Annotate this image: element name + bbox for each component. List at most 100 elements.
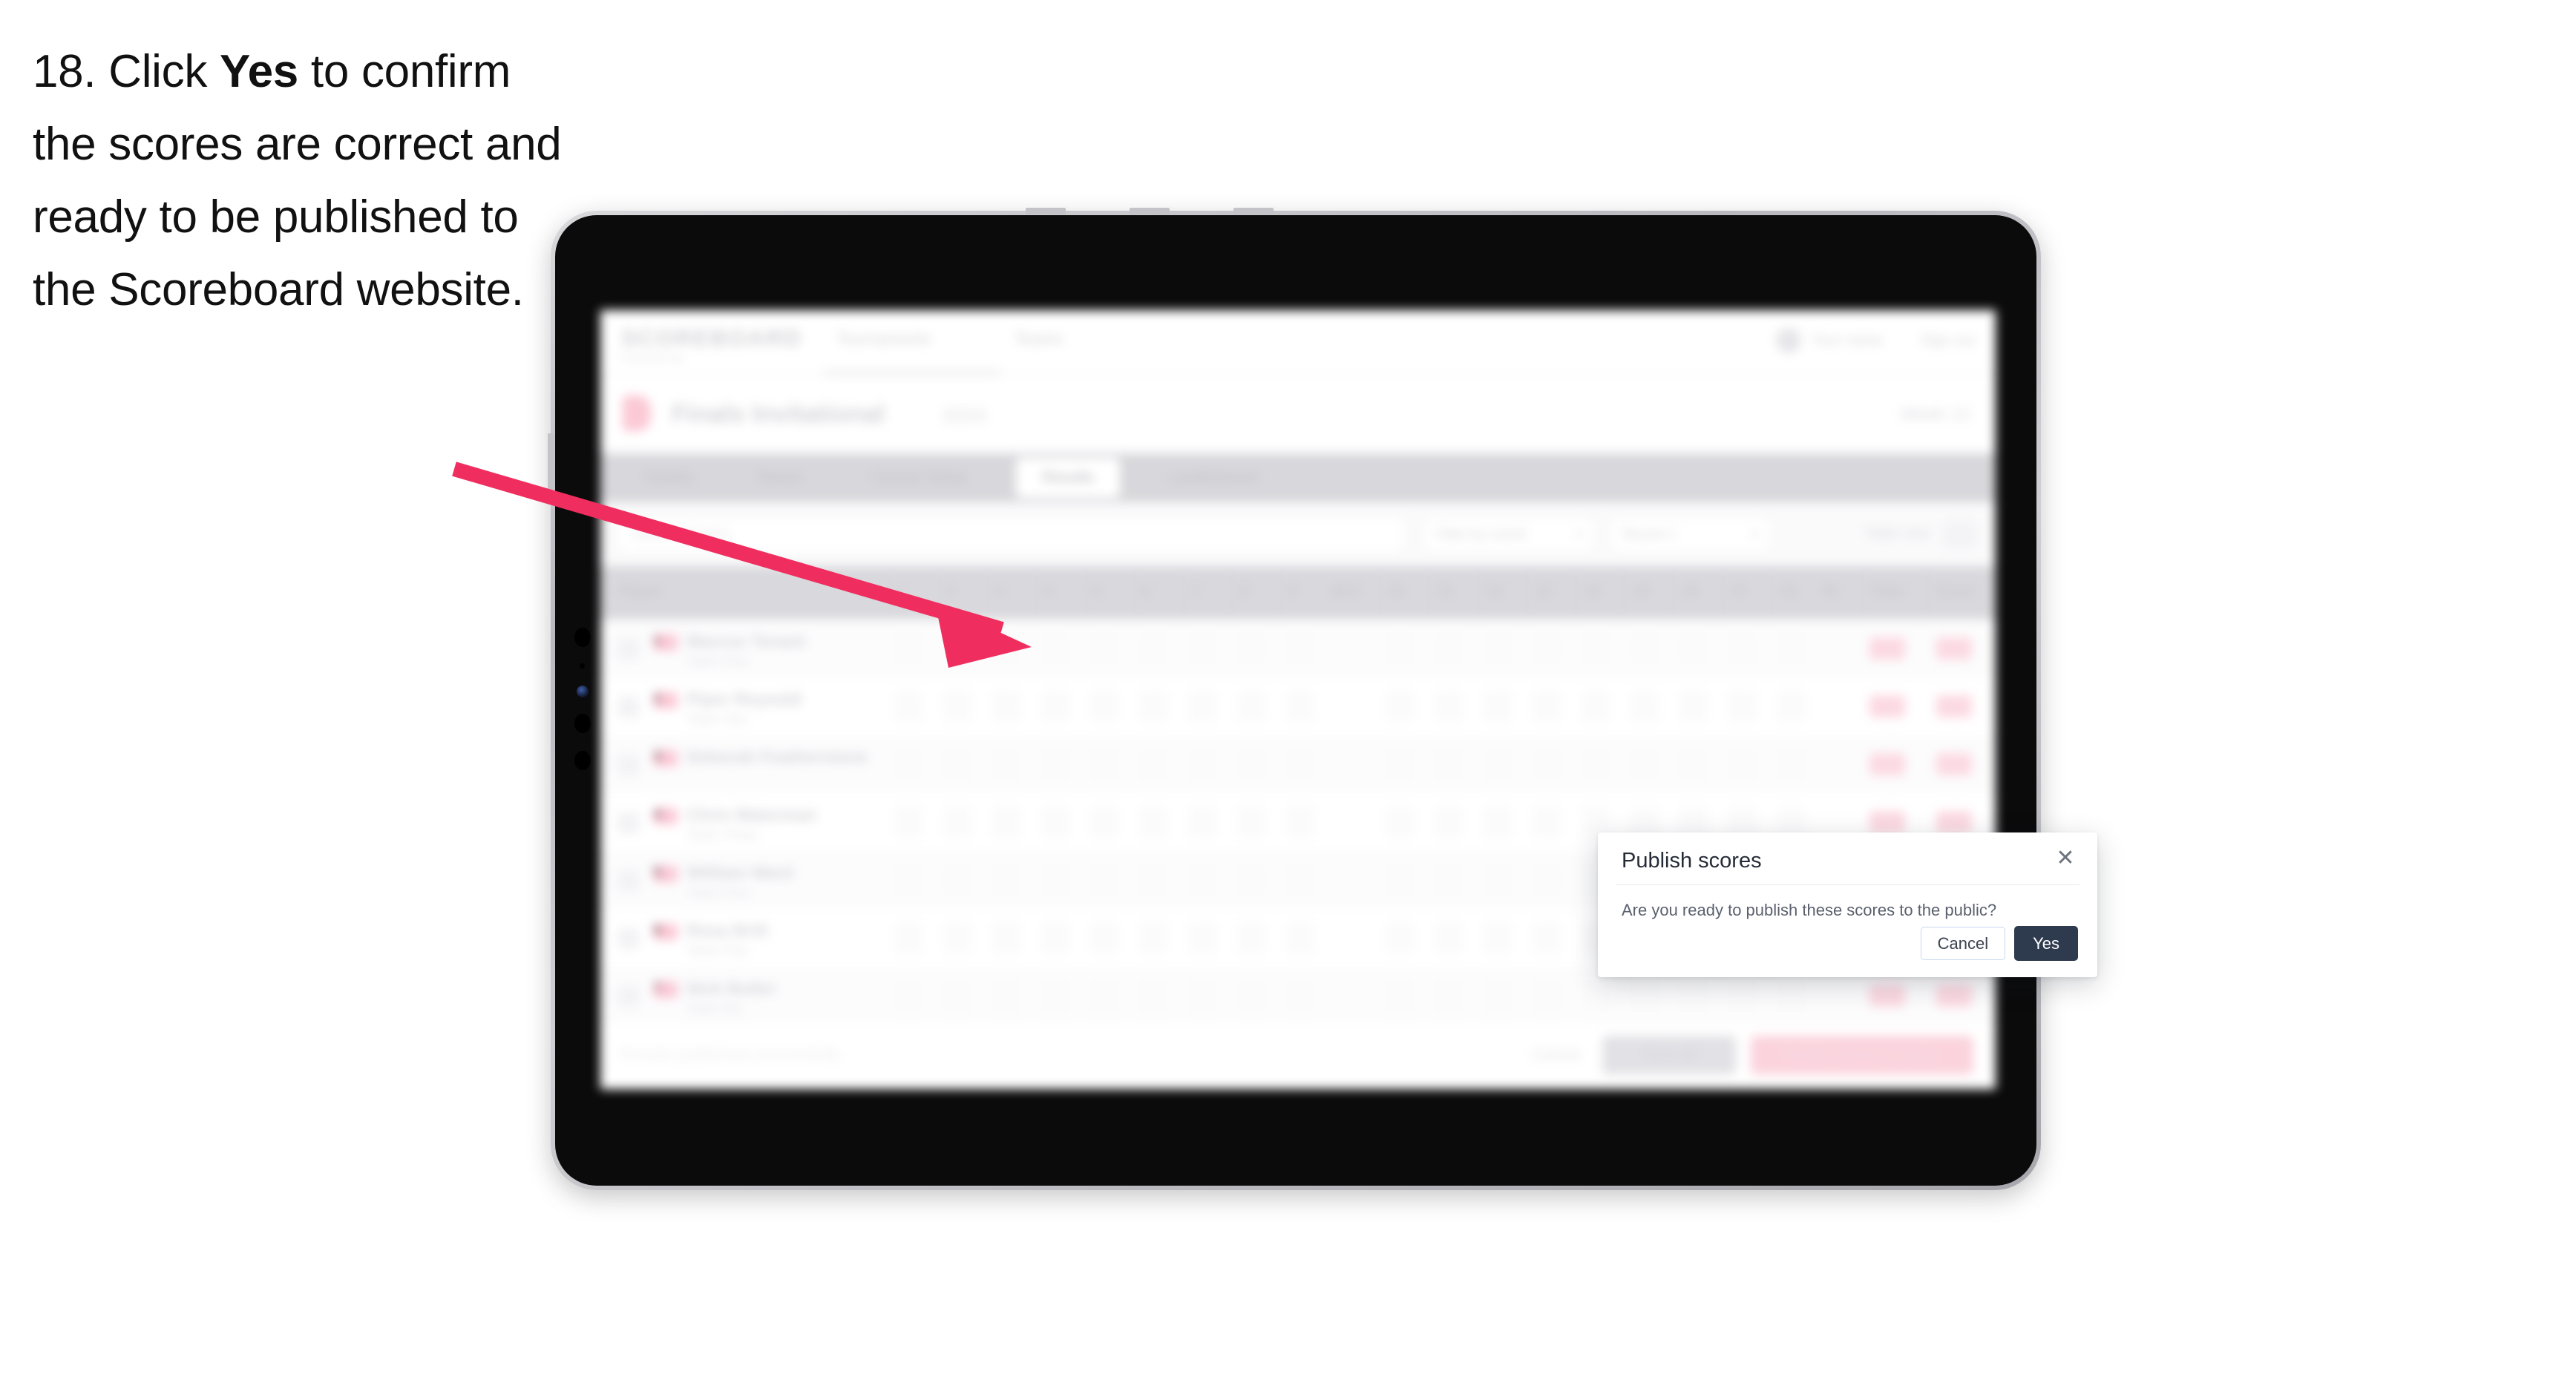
player-team: Team Six	[686, 1001, 742, 1016]
chevron-down-icon	[1751, 533, 1760, 538]
step-number: 18.	[33, 46, 96, 97]
publish-scores-label: Publish scores to public	[1783, 1046, 1941, 1063]
tab-details[interactable]: Details	[621, 465, 718, 490]
chevron-down-icon	[1575, 533, 1584, 538]
column-header: 13	[1536, 584, 1552, 600]
header-link-signout[interactable]: Sign out	[1921, 332, 1975, 349]
camera-lens-icon	[574, 751, 591, 770]
rank-badge: 2	[654, 692, 678, 709]
tab-bar: Details Teams Course Setup Results Leade…	[600, 453, 1996, 502]
row-checkbox[interactable]	[618, 812, 639, 833]
select-filter-round[interactable]: Filter by round	[1423, 517, 1595, 553]
column-header: 11	[1438, 584, 1453, 600]
tournament-title-bar: Finals Invitational 2024 Week 12	[600, 375, 1996, 453]
close-x-icon[interactable]: ✕	[2053, 846, 2078, 871]
table-row[interactable]: 3 Deborah Featherstone	[600, 735, 1996, 794]
camera-lens-icon	[574, 714, 591, 733]
trophy-icon	[623, 395, 651, 431]
tablet-device-frame: SCOREBOARD Powered by Tournaments Teams …	[548, 208, 2097, 1190]
player-name: Nick Butler	[686, 979, 777, 998]
player-team: Team Five	[686, 943, 749, 958]
column-header: 8	[1240, 584, 1248, 600]
modal-actions: Cancel Yes	[1920, 925, 2078, 961]
nav-item-teams[interactable]: Teams	[1015, 329, 1063, 349]
select-round-label: Round 1	[1622, 527, 1676, 542]
row-checkbox[interactable]	[618, 697, 639, 717]
app-header: SCOREBOARD Powered by Tournaments Teams …	[600, 310, 1996, 375]
column-header-player: Player	[620, 584, 663, 600]
camera-lens-icon	[574, 628, 591, 647]
app-logo[interactable]: SCOREBOARD	[621, 325, 802, 352]
tablet-top-nub	[1130, 208, 1170, 214]
tournament-year: 2024	[942, 404, 987, 427]
screenshot-canvas: 18. Click Yes to confirm the scores are …	[0, 0, 2576, 1386]
row-checkbox[interactable]	[618, 755, 639, 775]
table-row[interactable]: 2 Piper Reynold Team Two	[600, 677, 1996, 736]
player-name: Chris Waterman	[686, 805, 817, 824]
player-name: Rosa Britt	[686, 921, 768, 940]
row-checkbox[interactable]	[618, 928, 639, 949]
footer-cancel-link[interactable]: Cancel	[1532, 1046, 1580, 1064]
row-checkbox[interactable]	[618, 639, 639, 660]
tablet-screen-bezel: SCOREBOARD Powered by Tournaments Teams …	[555, 215, 2097, 1186]
column-header-total: Total	[1871, 584, 1904, 600]
view-mode-label: Table view	[1864, 526, 1930, 542]
save-all-button[interactable]: Save all	[1602, 1036, 1736, 1074]
table-row[interactable]: 1 Marcus Tenant Team One	[600, 620, 1996, 678]
player-name: Deborah Featherstone	[686, 747, 868, 766]
tab-results[interactable]: Results	[1016, 458, 1120, 498]
tab-teams[interactable]: Teams	[738, 465, 820, 490]
column-header-out: OUT	[1331, 584, 1361, 600]
column-header: 1	[897, 584, 905, 600]
cancel-button[interactable]: Cancel	[1920, 926, 2006, 960]
rank-badge: 6	[654, 924, 678, 940]
column-header: 3	[995, 584, 1003, 600]
column-header: 10	[1389, 584, 1405, 600]
select-filter-round-label: Filter by round	[1435, 527, 1526, 542]
rank-badge: 5	[654, 866, 678, 882]
user-avatar-icon[interactable]	[1776, 328, 1801, 353]
logo-sub-text: Powered by	[621, 352, 684, 364]
player-name: William Ward	[686, 863, 793, 882]
publish-scores-modal: Publish scores ✕ Are you ready to publis…	[1598, 832, 2097, 977]
column-header-in: IN	[1823, 584, 1838, 600]
tab-leaderboard[interactable]: Leaderboard	[1139, 465, 1288, 490]
column-header: 7	[1191, 584, 1199, 600]
results-footer: Results published successfully Cancel Sa…	[600, 1020, 1996, 1089]
nav-item-tournaments[interactable]: Tournaments	[836, 329, 931, 349]
rank-badge: 7	[654, 982, 678, 998]
modal-divider	[1616, 884, 2080, 885]
player-team: Team One	[686, 654, 749, 669]
tournament-title: Finals Invitational	[672, 400, 885, 428]
player-name: Marcus Tenant	[686, 631, 806, 651]
caption-text-before: Click	[96, 46, 220, 97]
filter-bar: Search players Filter by round Round 1 T…	[600, 502, 1996, 566]
player-team: Team Three	[686, 827, 758, 842]
column-header: 2	[946, 584, 954, 600]
instruction-caption: 18. Click Yes to confirm the scores are …	[33, 36, 567, 326]
row-checkbox[interactable]	[618, 986, 639, 1007]
column-header: 17	[1731, 584, 1748, 600]
column-header: 5	[1093, 584, 1101, 600]
search-input[interactable]: Search players	[617, 517, 1405, 553]
modal-body-text: Are you ready to publish these scores to…	[1622, 901, 1997, 919]
column-header: 16	[1682, 584, 1699, 600]
column-header: 4	[1044, 584, 1052, 600]
row-checkbox[interactable]	[618, 870, 639, 891]
column-header: 15	[1633, 584, 1650, 600]
tournament-meta: Week 12	[1900, 404, 1970, 424]
rank-badge: 1	[654, 634, 678, 651]
grid-toggle-icon[interactable]	[1944, 522, 1976, 548]
publish-scores-button[interactable]: Publish scores to public	[1751, 1036, 1973, 1074]
column-header-score: Score	[1936, 584, 1976, 600]
select-round[interactable]: Round 1	[1610, 517, 1771, 553]
player-name: Piper Reynold	[686, 689, 802, 709]
column-header: 12	[1487, 584, 1503, 600]
save-all-label: Save all	[1642, 1046, 1696, 1063]
search-placeholder: Search players	[631, 526, 730, 542]
yes-button[interactable]: Yes	[2014, 925, 2078, 961]
tab-course-setup[interactable]: Course Setup	[841, 465, 997, 490]
player-team: Team Two	[686, 712, 747, 726]
header-link-username[interactable]: Your name	[1812, 332, 1883, 349]
footer-note: Results published successfully	[620, 1045, 842, 1063]
